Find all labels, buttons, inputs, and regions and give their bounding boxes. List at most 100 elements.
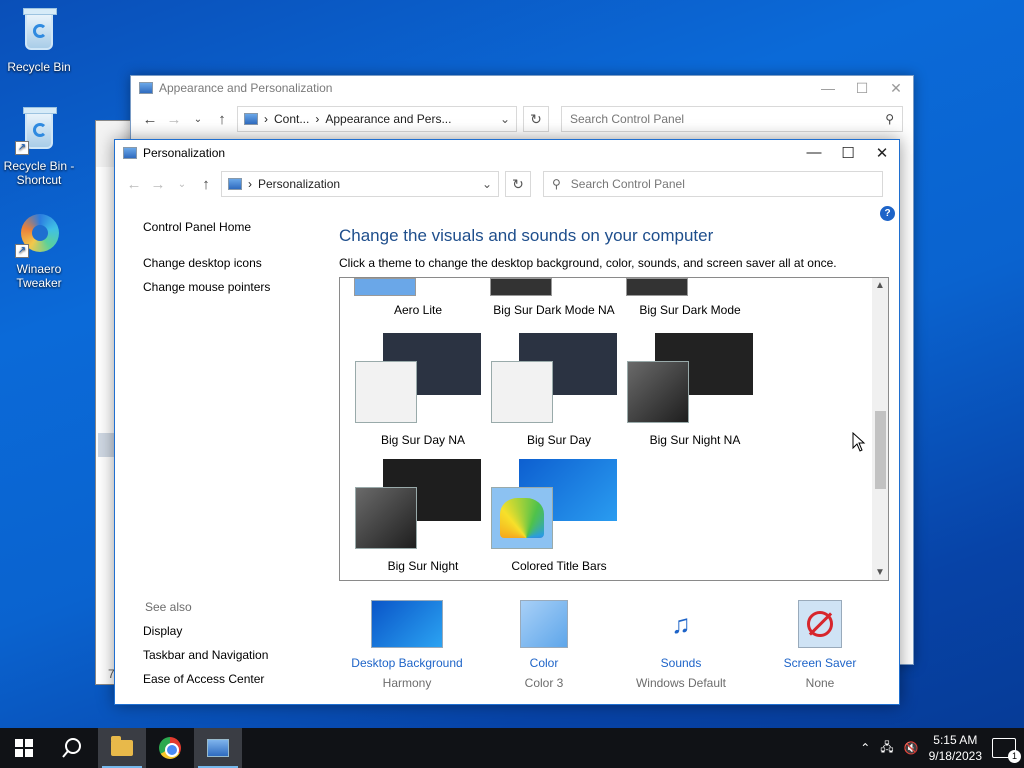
taskbar-file-explorer[interactable]	[98, 728, 146, 768]
theme-name: Big Sur Night	[387, 559, 459, 573]
screen-saver-item[interactable]: Screen Saver None	[750, 600, 890, 690]
breadcrumb-appearance[interactable]: Appearance and Pers...	[325, 112, 451, 126]
address-bar[interactable]: › Personalization ⌄	[221, 171, 499, 197]
search-button[interactable]	[48, 728, 96, 768]
color-item[interactable]: Color Color 3	[474, 600, 614, 690]
recent-locations-icon[interactable]: ⌄	[189, 114, 207, 125]
sounds-link[interactable]: Sounds	[611, 656, 751, 670]
chevron-down-icon[interactable]: ⌄	[482, 177, 492, 191]
address-row: ← → ⌄ ↑ › Personalization ⌄ ↻ ⚲ Search C…	[115, 166, 899, 202]
start-button[interactable]	[0, 728, 48, 768]
color-link[interactable]: Color	[474, 656, 614, 670]
color-swatch-icon	[520, 600, 568, 648]
color-palette-icon	[500, 498, 544, 538]
scroll-down-icon[interactable]: ▼	[872, 567, 888, 578]
search-icon: ⚲	[885, 112, 894, 126]
screen-saver-link[interactable]: Screen Saver	[750, 656, 890, 670]
personalization-window[interactable]: Personalization — ☐ ✕ ← → ⌄ ↑ › Personal…	[114, 139, 900, 705]
minimize-button[interactable]: —	[811, 80, 845, 97]
search-input[interactable]: Search Control Panel ⚲	[561, 106, 903, 132]
shortcut-arrow-icon: ↗	[15, 141, 29, 155]
minimize-button[interactable]: —	[797, 144, 831, 162]
shortcut-arrow-icon: ↗	[15, 244, 29, 258]
recycle-bin-icon	[15, 8, 63, 56]
page-subtitle: Click a theme to change the desktop back…	[339, 256, 837, 270]
theme-big-sur-dark-mode[interactable]: Big Sur Dark Mode	[622, 278, 758, 317]
recent-locations-icon[interactable]: ⌄	[173, 179, 191, 190]
desktop-icon-winaero-tweaker[interactable]: ↗ Winaero Tweaker	[1, 210, 77, 290]
clock[interactable]: 5:15 AM 9/18/2023	[929, 732, 982, 764]
display-link[interactable]: Display	[143, 624, 268, 638]
theme-colored-title-bars[interactable]: Colored Title Bars	[491, 459, 627, 573]
theme-big-sur-day-na[interactable]: Big Sur Day NA	[355, 333, 491, 447]
maximize-button[interactable]: ☐	[831, 144, 865, 162]
clock-date: 9/18/2023	[928, 749, 982, 763]
theme-big-sur-night-na[interactable]: Big Sur Night NA	[627, 333, 763, 447]
sidebar: Control Panel Home Change desktop icons …	[143, 220, 313, 304]
chrome-icon	[159, 737, 181, 759]
search-icon	[62, 738, 81, 758]
taskbar-navigation-link[interactable]: Taskbar and Navigation	[143, 648, 268, 662]
maximize-button[interactable]: ☐	[845, 80, 879, 97]
sounds-item[interactable]: ♫ Sounds Windows Default	[611, 600, 751, 690]
refresh-button[interactable]: ↻	[523, 106, 549, 132]
close-button[interactable]: ✕	[879, 80, 913, 97]
title-bar[interactable]: Personalization — ☐ ✕	[115, 140, 899, 166]
theme-name: Colored Title Bars	[511, 559, 607, 573]
address-bar[interactable]: › Cont... › Appearance and Pers... ⌄	[237, 106, 517, 132]
theme-aero-lite[interactable]: Aero Lite	[350, 278, 486, 317]
refresh-button[interactable]: ↻	[505, 171, 531, 197]
taskbar-chrome[interactable]	[146, 728, 194, 768]
sounds-value: Windows Default	[635, 676, 727, 690]
screen-saver-value: None	[805, 676, 835, 690]
back-arrow-icon[interactable]: ←	[125, 176, 143, 193]
theme-big-sur-night[interactable]: Big Sur Night	[355, 459, 491, 573]
change-desktop-icons-link[interactable]: Change desktop icons	[143, 256, 313, 270]
ease-of-access-link[interactable]: Ease of Access Center	[143, 672, 268, 686]
desktop-icon-label: Recycle Bin	[7, 60, 71, 74]
theme-list[interactable]: Aero Lite Big Sur Dark Mode NA Big Sur D…	[339, 277, 889, 581]
taskbar-control-panel[interactable]	[194, 728, 242, 768]
theme-name: Big Sur Night NA	[649, 433, 741, 447]
search-input[interactable]: ⚲ Search Control Panel	[543, 171, 883, 197]
volume-muted-icon[interactable]: 🔇	[904, 741, 919, 755]
breadcrumb-personalization[interactable]: Personalization	[258, 177, 340, 191]
personalization-icon	[123, 147, 137, 159]
scroll-up-icon[interactable]: ▲	[872, 280, 888, 291]
folder-icon	[111, 736, 133, 756]
desktop-icon-recycle-bin-shortcut[interactable]: ↗ Recycle Bin - Shortcut	[1, 107, 77, 187]
up-arrow-icon[interactable]: ↑	[197, 176, 215, 193]
close-button[interactable]: ✕	[865, 144, 899, 162]
notification-count: 1	[1008, 750, 1021, 763]
taskbar: ⌃ 🖧 🔇 5:15 AM 9/18/2023 1	[0, 728, 1024, 768]
help-icon[interactable]: ?	[880, 206, 895, 221]
theme-name: Big Sur Dark Mode	[639, 303, 741, 317]
forward-arrow-icon[interactable]: →	[165, 111, 183, 128]
up-arrow-icon[interactable]: ↑	[213, 111, 231, 128]
desktop-icon-recycle-bin[interactable]: Recycle Bin	[1, 8, 77, 74]
back-arrow-icon[interactable]: ←	[141, 111, 159, 128]
network-icon[interactable]: 🖧	[880, 738, 893, 759]
control-panel-home-link[interactable]: Control Panel Home	[143, 220, 313, 234]
theme-name: Big Sur Dark Mode NA	[493, 303, 615, 317]
vertical-scrollbar[interactable]: ▲ ▼	[872, 278, 888, 580]
notification-center-icon[interactable]: 1	[992, 738, 1021, 763]
title-bar[interactable]: Appearance and Personalization — ☐ ✕	[131, 76, 913, 100]
desktop-background-item[interactable]: Desktop Background Harmony	[337, 600, 477, 690]
control-panel-icon	[244, 113, 258, 125]
desktop-background-link[interactable]: Desktop Background	[337, 656, 477, 670]
theme-name: Big Sur Day NA	[380, 433, 466, 447]
forward-arrow-icon[interactable]: →	[149, 176, 167, 193]
breadcrumb-control-panel[interactable]: Cont...	[274, 112, 309, 126]
theme-big-sur-day[interactable]: Big Sur Day	[491, 333, 627, 447]
control-panel-icon	[139, 82, 153, 94]
change-mouse-pointers-link[interactable]: Change mouse pointers	[143, 280, 313, 294]
chevron-up-icon[interactable]: ⌃	[860, 741, 870, 755]
theme-big-sur-dark-mode-na[interactable]: Big Sur Dark Mode NA	[486, 278, 622, 317]
see-also-heading: See also	[145, 600, 192, 614]
desktop-icon-label: Recycle Bin - Shortcut	[3, 159, 75, 187]
desktop-icon-label: Winaero Tweaker	[16, 262, 62, 290]
chevron-down-icon[interactable]: ⌄	[500, 112, 510, 126]
address-row: ← → ⌄ ↑ › Cont... › Appearance and Pers.…	[131, 100, 913, 138]
scroll-thumb[interactable]	[875, 411, 886, 489]
